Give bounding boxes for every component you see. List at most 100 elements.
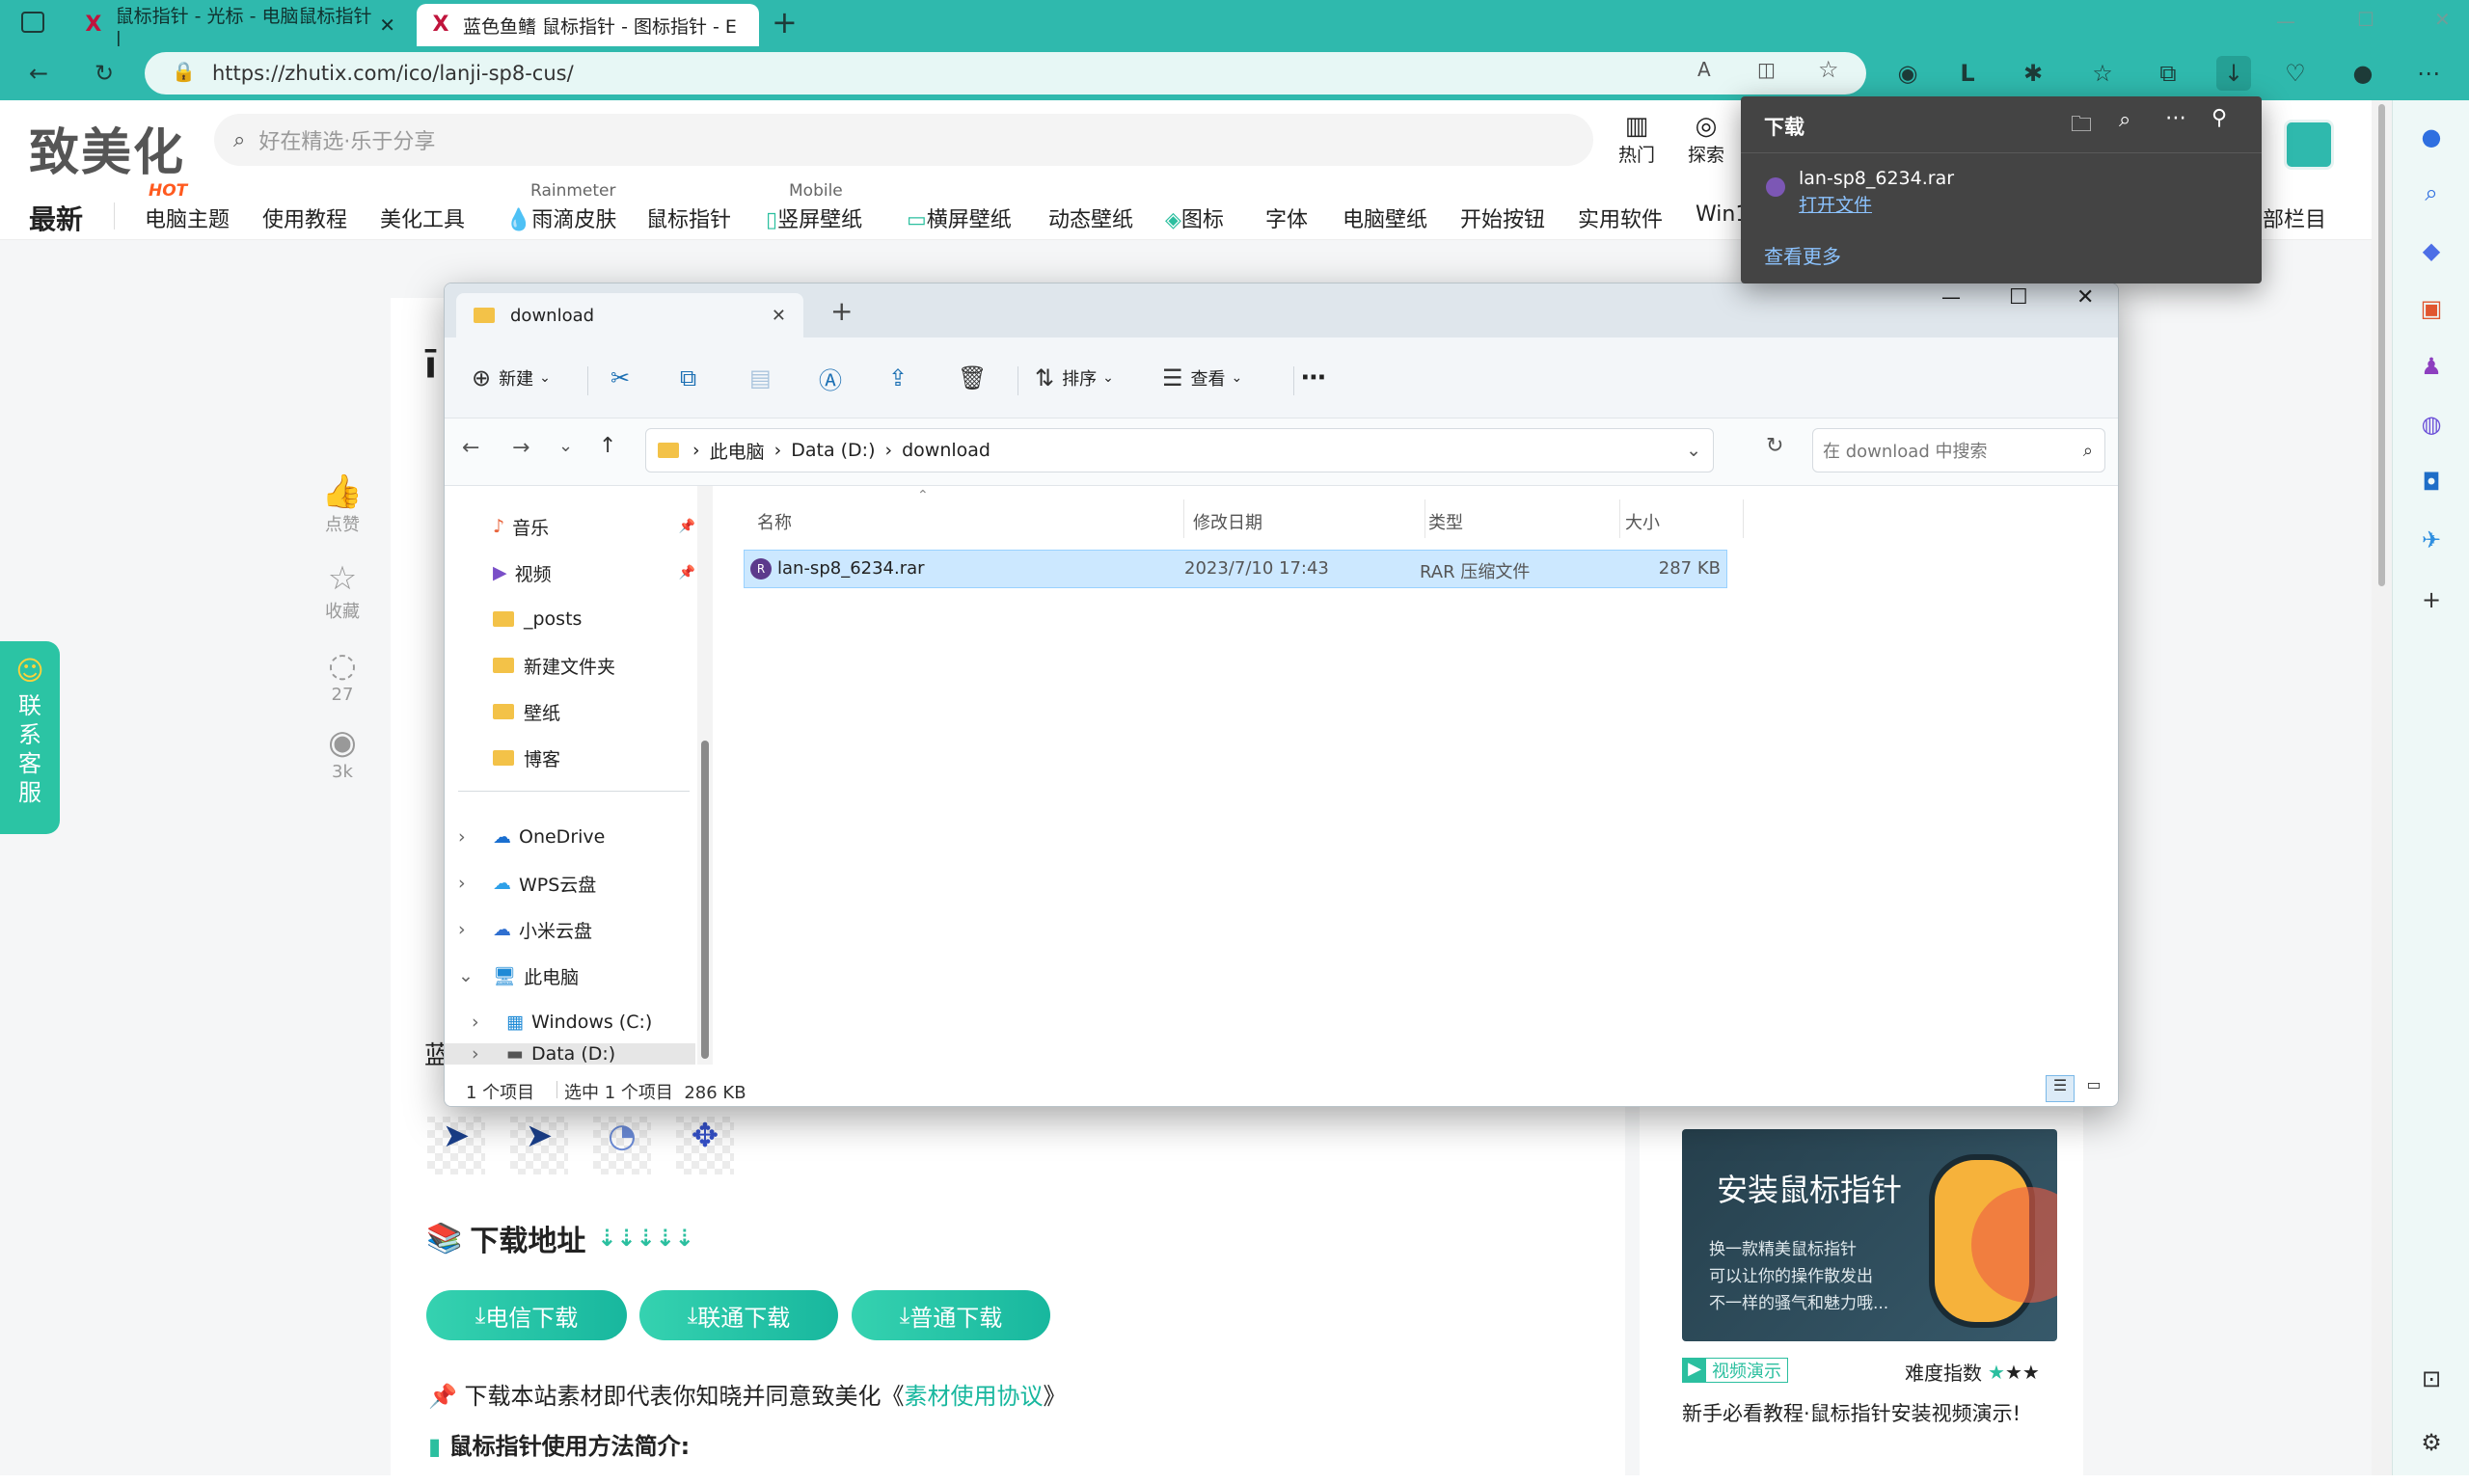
nav-latest[interactable]: 最新	[29, 199, 83, 237]
back-icon[interactable]: ←	[462, 436, 479, 460]
close-tab-icon[interactable]: ✕	[772, 306, 786, 326]
up-icon[interactable]: ↑	[599, 434, 616, 458]
cut-button[interactable]: ✂	[610, 359, 638, 397]
user-avatar[interactable]	[2284, 120, 2334, 170]
profile-avatar-icon[interactable]: ●	[2346, 56, 2380, 91]
nav-music[interactable]: ♪ 音乐 📌	[445, 505, 695, 548]
performance-icon[interactable]: ♡	[2278, 56, 2313, 91]
add-icon[interactable]: +	[2412, 580, 2451, 619]
scrollbar-thumb[interactable]	[2378, 104, 2385, 586]
refresh-icon[interactable]: ↻	[1766, 434, 1783, 458]
nav-portrait-wallpaper[interactable]: ▯竖屏壁纸	[766, 202, 862, 233]
nav-wps-cloud[interactable]: › ☁ WPS云盘	[445, 862, 695, 904]
page-scrollbar[interactable]	[2372, 100, 2392, 1475]
read-aloud-icon[interactable]: A	[1697, 58, 1711, 81]
nav-live-wallpaper[interactable]: 动态壁纸	[1048, 202, 1133, 233]
site-logo[interactable]: 致美化	[29, 112, 185, 184]
favorite-star-icon[interactable]: ☆	[1818, 56, 1839, 83]
column-size[interactable]: 大小	[1625, 509, 1660, 534]
extension-icon[interactable]: ◉	[1890, 56, 1925, 91]
site-search-input[interactable]: ⌕ 好在精选·乐于分享	[214, 114, 1593, 166]
close-icon[interactable]: ✕	[2076, 285, 2094, 310]
settings-icon[interactable]: ⚙	[2412, 1423, 2451, 1462]
more-options-button[interactable]: ⋯	[1301, 359, 1326, 397]
favorite-action[interactable]: ☆ 收藏	[318, 559, 366, 623]
close-tab-icon[interactable]: ✕	[379, 13, 395, 37]
nav-drive-d[interactable]: › ▬ Data (D:)	[445, 1043, 695, 1065]
delete-button[interactable]: 🗑	[958, 359, 994, 397]
downloads-icon[interactable]: ↓	[2216, 56, 2251, 91]
back-icon[interactable]: ←	[21, 56, 56, 91]
drop-icon[interactable]: ✈	[2412, 521, 2451, 559]
tab-actions-icon[interactable]	[21, 12, 44, 33]
nav-mi-cloud[interactable]: › ☁ 小米云盘	[445, 908, 695, 951]
agreement-link[interactable]: 素材使用协议	[905, 1383, 1044, 1410]
nav-fonts[interactable]: 字体	[1265, 202, 1308, 233]
nav-software[interactable]: 实用软件	[1578, 202, 1663, 233]
view-button[interactable]: ☰ 查看 ⌄	[1162, 359, 1242, 397]
browser-tab-2[interactable]: X 蓝色鱼鳍 鼠标指针 - 图标指针 - E	[417, 4, 759, 46]
like-action[interactable]: 👍 点赞	[318, 472, 366, 536]
unicom-download-button[interactable]: ⤓ 联通下载	[639, 1290, 838, 1340]
nav-new-folder[interactable]: 新建文件夹	[445, 644, 695, 687]
details-view-icon[interactable]: ☰	[2046, 1075, 2075, 1102]
download-item[interactable]: lan-sp8_6234.rar 打开文件	[1760, 164, 2242, 218]
split-screen-icon[interactable]: ◫	[1757, 58, 1776, 81]
minimize-icon[interactable]: —	[1941, 285, 1961, 309]
minimize-window-icon[interactable]: —	[2276, 10, 2295, 33]
explorer-search-input[interactable]: 在 download 中搜索 ⌕	[1812, 428, 2105, 472]
outlook-icon[interactable]: ◘	[2412, 463, 2451, 501]
open-file-link[interactable]: 打开文件	[1799, 191, 1872, 217]
nav-onedrive[interactable]: › ☁ OneDrive	[445, 816, 695, 858]
nav-posts[interactable]: _posts	[445, 598, 695, 640]
sort-button[interactable]: ⇅ 排序 ⌄	[1035, 359, 1114, 397]
nav-cursors[interactable]: 鼠标指针	[646, 202, 731, 233]
install-cursor-card[interactable]: 安装鼠标指针 换一款精美鼠标指针 可以让你的操作散发出 不一样的骚气和魅力哦..…	[1682, 1129, 2057, 1341]
copy-button[interactable]: ⧉	[680, 359, 704, 397]
nav-tutorials[interactable]: 使用教程	[262, 202, 347, 233]
shopping-icon[interactable]: ◆	[2412, 231, 2451, 270]
breadcrumb-this-pc[interactable]: 此电脑	[710, 438, 765, 464]
nav-themes[interactable]: 电脑主题	[145, 202, 230, 233]
video-demo-badge[interactable]: ▶ 视频演示	[1682, 1358, 1788, 1383]
extension-l-icon[interactable]: L	[1950, 56, 1985, 91]
see-more-link[interactable]: 查看更多	[1764, 241, 1841, 269]
column-type[interactable]: 类型	[1428, 509, 1463, 534]
paste-button[interactable]: ▤	[749, 359, 779, 397]
comments-action[interactable]: ◌ 27	[318, 646, 366, 705]
share-button[interactable]: ⇪	[888, 359, 915, 397]
nav-pc-wallpaper[interactable]: 电脑壁纸	[1343, 202, 1427, 233]
url-field[interactable]: 🔒 https://zhutix.com/ico/lanji-sp8-cus/ …	[145, 52, 1866, 94]
rename-button[interactable]: Ⓐ	[819, 359, 850, 397]
nav-videos[interactable]: ▶ 视频 📌	[445, 552, 695, 594]
customer-service-button[interactable]: ☺ 联系客服	[0, 641, 60, 834]
close-window-icon[interactable]: ✕	[2434, 8, 2451, 31]
games-icon[interactable]: ♟	[2412, 347, 2451, 386]
breadcrumb-download[interactable]: download	[902, 440, 990, 461]
nav-wallpaper[interactable]: 壁纸	[445, 690, 695, 733]
favorites-icon[interactable]: ☆	[2085, 56, 2120, 91]
nav-this-pc[interactable]: ⌄ 🖥 此电脑	[445, 955, 695, 997]
screenshot-icon[interactable]: ⊡	[2412, 1360, 2451, 1398]
nav-tools[interactable]: 美化工具	[380, 202, 465, 233]
pin-icon[interactable]: ⚲	[2211, 106, 2227, 130]
breadcrumb-drive[interactable]: Data (D:)	[791, 440, 875, 461]
search-icon[interactable]: ⌕	[2119, 108, 2130, 132]
breadcrumb[interactable]: › 此电脑 › Data (D:) › download ⌄	[645, 428, 1714, 472]
browser-tab-1[interactable]: X 鼠标指针 - 光标 - 电脑鼠标指针 | ✕	[69, 4, 409, 49]
nav-blog[interactable]: 博客	[445, 737, 695, 779]
telecom-download-button[interactable]: ⤓ 电信下载	[426, 1290, 627, 1340]
new-tab-icon[interactable]: +	[830, 295, 853, 327]
extensions-puzzle-icon[interactable]: ✱	[2016, 56, 2050, 91]
open-folder-icon[interactable]: 🗀	[2071, 108, 2092, 145]
explorer-tab[interactable]: download ✕	[456, 293, 803, 337]
new-tab-icon[interactable]: +	[772, 4, 798, 40]
nav-rainmeter[interactable]: 💧雨滴皮肤	[505, 202, 616, 233]
card-caption[interactable]: 新手必看教程·鼠标指针安装视频演示!	[1682, 1398, 2021, 1427]
collections-icon[interactable]: ⧉	[2151, 56, 2185, 91]
explore-link[interactable]: ◎ 探索	[1688, 112, 1724, 167]
column-modified[interactable]: 修改日期	[1193, 509, 1262, 534]
column-name[interactable]: 名称	[757, 509, 792, 534]
new-button[interactable]: ⊕ 新建 ⌄	[472, 359, 551, 397]
search-icon[interactable]: ⌕	[2412, 174, 2451, 212]
